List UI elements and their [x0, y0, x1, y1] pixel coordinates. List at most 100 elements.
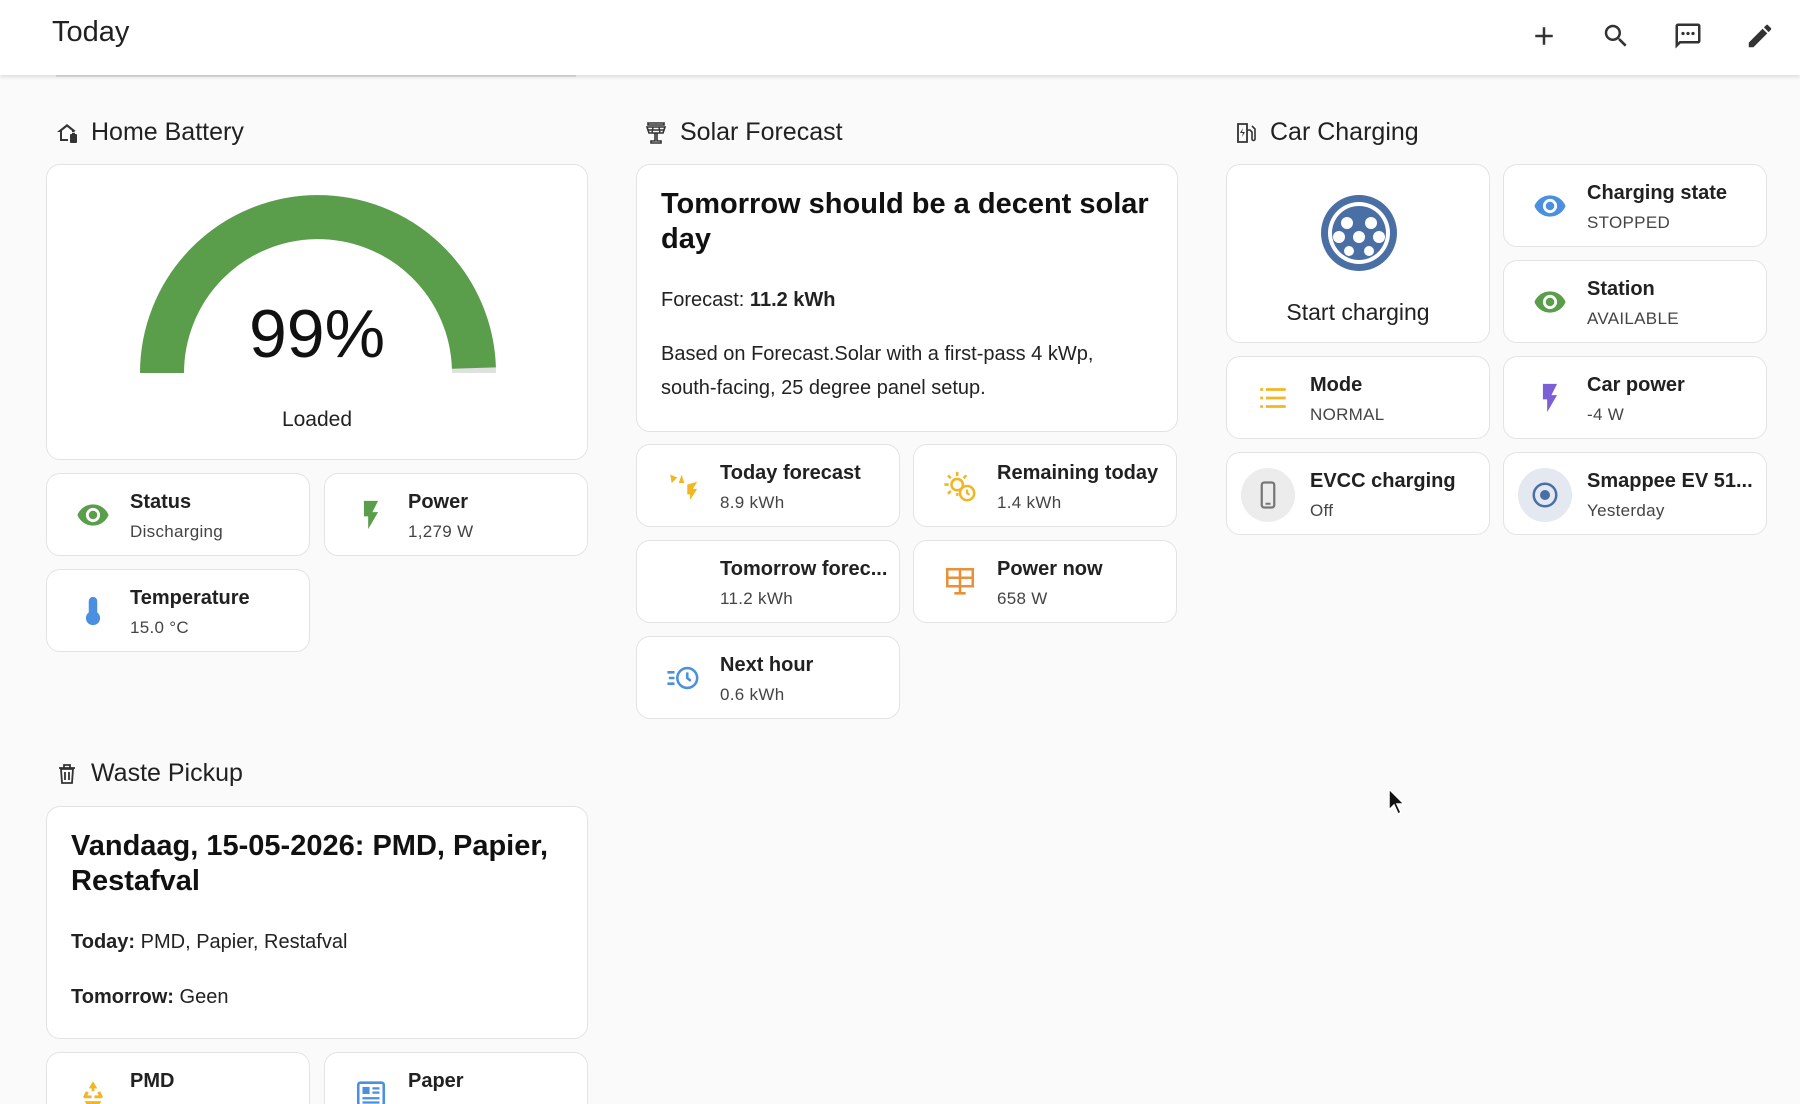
eye-icon [1534, 195, 1566, 217]
radiobox-marked-icon [1532, 482, 1558, 508]
forecast-value: 11.2 kWh [749, 289, 836, 311]
section-title-label: Solar Forecast [680, 118, 843, 146]
tile-state: NORMAL [1310, 405, 1385, 424]
start-charging-label: Start charging [1286, 299, 1430, 325]
pencil-icon [1748, 24, 1772, 48]
next-hour-tile[interactable]: Next hour 0.6 kWh [636, 636, 900, 719]
forecast-label: Forecast: [661, 289, 745, 311]
solar-heading: Tomorrow should be a decent solar day [661, 188, 1149, 255]
tile-name: EVCC charging [1310, 470, 1456, 492]
tile-state: 1,279 W [408, 522, 474, 541]
station-tile[interactable]: Station AVAILABLE [1503, 260, 1767, 343]
start-charging-button[interactable]: Start charging [1226, 164, 1490, 343]
tile-icon-wrap [940, 562, 980, 602]
today-forecast-tile[interactable]: Today forecast 8.9 kWh [636, 444, 900, 527]
tile-icon-wrap [1530, 186, 1570, 226]
waste-markdown-card: Vandaag, 15-05-2026: PMD, Papier, Restaf… [46, 806, 588, 1039]
solar-description: Based on Forecast.Solar with a first-pas… [661, 343, 1094, 399]
plus-icon [1535, 27, 1553, 45]
top-app-bar: Today [0, 0, 1800, 75]
tile-state: 0.6 kWh [720, 685, 785, 704]
evcc-charging-tile[interactable]: EVCC charging Off [1226, 452, 1490, 535]
home-battery-icon [57, 123, 77, 143]
tile-icon-wrap [73, 1074, 113, 1104]
battery-temperature-tile[interactable]: Temperature 15.0 °C [46, 569, 310, 652]
tile-icon-wrap [1253, 378, 1293, 418]
gauge-label: Loaded [281, 408, 353, 431]
thermometer-icon [85, 596, 101, 626]
section-title-home-battery: Home Battery [55, 118, 244, 147]
tile-name: Station [1587, 278, 1655, 300]
today-value: PMD, Papier, Restafval [140, 931, 348, 953]
pmd-tile[interactable]: PMD Vandaag, 15-05-2026 [46, 1052, 310, 1104]
sun-clock-icon [944, 471, 976, 502]
tile-state: 11.2 kWh [720, 589, 793, 608]
add-button[interactable] [1520, 12, 1568, 60]
car-power-tile[interactable]: Car power -4 W [1503, 356, 1767, 439]
power-now-tile[interactable]: Power now 658 W [913, 540, 1177, 623]
ev-plug-type2-icon [1321, 195, 1397, 271]
ev-station-icon [1237, 122, 1256, 143]
section-title-waste-pickup: Waste Pickup [55, 759, 243, 788]
clock-fast-icon [667, 666, 699, 690]
waste-heading: Vandaag, 15-05-2026: PMD, Papier, Restaf… [71, 830, 549, 897]
section-title-label: Car Charging [1270, 118, 1419, 146]
flash-icon [1542, 383, 1558, 413]
tile-icon-wrap [73, 495, 113, 535]
tile-state: 658 W [997, 589, 1048, 608]
tile-state: STOPPED [1587, 213, 1671, 232]
smappee-ev-tile[interactable]: Smappee EV 51... Yesterday [1503, 452, 1767, 535]
tomorrow-forecast-tile[interactable]: Tomorrow forec... 11.2 kWh [636, 540, 900, 623]
tile-state: AVAILABLE [1587, 309, 1679, 328]
battery-gauge-card[interactable]: 99% Loaded [46, 164, 588, 460]
page-title: Today [52, 16, 130, 48]
tile-state: -4 W [1587, 405, 1625, 424]
tomorrow-value: Geen [179, 986, 229, 1008]
tile-icon-wrap [73, 591, 113, 631]
assist-button[interactable] [1664, 12, 1712, 60]
tile-state: 8.9 kWh [720, 493, 785, 512]
tile-name: Remaining today [997, 462, 1159, 484]
tile-name: Smappee EV 51... [1587, 470, 1753, 492]
tile-name: Car power [1587, 374, 1685, 396]
battery-status-tile[interactable]: Status Discharging [46, 473, 310, 556]
comment-processing-icon [1675, 23, 1701, 49]
tile-state: Yesterday [1587, 501, 1665, 520]
tile-name: Status [130, 491, 192, 513]
tile-icon-wrap [1241, 468, 1295, 522]
tile-icon-wrap [663, 658, 703, 698]
battery-power-tile[interactable]: Power 1,279 W [324, 473, 588, 556]
tile-icon-wrap [351, 495, 391, 535]
gauge-value: 99% [248, 296, 386, 372]
search-button[interactable] [1592, 12, 1640, 60]
tile-state: 15.0 °C [130, 618, 189, 637]
tile-name: Today forecast [720, 462, 861, 484]
tile-icon-wrap [1530, 378, 1570, 418]
tile-icon-wrap [940, 466, 980, 506]
solar-power-variant-icon [670, 474, 698, 501]
paper-tile[interactable]: Paper Vandaag, 15-05-2026 [324, 1052, 588, 1104]
tile-name: Mode [1310, 374, 1363, 396]
edit-button[interactable] [1736, 12, 1784, 60]
cellphone-icon [1260, 481, 1276, 509]
tab-underline [56, 75, 576, 77]
trash-can-icon [59, 763, 75, 784]
section-title-label: Home Battery [91, 118, 244, 146]
remaining-today-tile[interactable]: Remaining today 1.4 kWh [913, 444, 1177, 527]
section-title-car-charging: Car Charging [1234, 118, 1419, 147]
charging-state-tile[interactable]: Charging state STOPPED [1503, 164, 1767, 247]
tile-icon-wrap [663, 466, 703, 506]
today-label: Today: [71, 931, 136, 953]
tile-icon-wrap [351, 1074, 391, 1104]
waste-tomorrow-line: Tomorrow: Geen [71, 980, 563, 1014]
flash-icon [363, 500, 379, 530]
recycle-icon [83, 1081, 103, 1104]
eye-icon [77, 504, 109, 526]
newspaper-icon [356, 1081, 386, 1104]
mode-tile[interactable]: Mode NORMAL [1226, 356, 1490, 439]
waste-today-line: Today: PMD, Papier, Restafval [71, 925, 563, 959]
solar-panel-icon [945, 567, 975, 595]
solar-forecast-line: Forecast: 11.2 kWh [661, 283, 1153, 317]
tile-name: Paper [408, 1070, 464, 1092]
tile-name: Tomorrow forec... [720, 558, 888, 580]
